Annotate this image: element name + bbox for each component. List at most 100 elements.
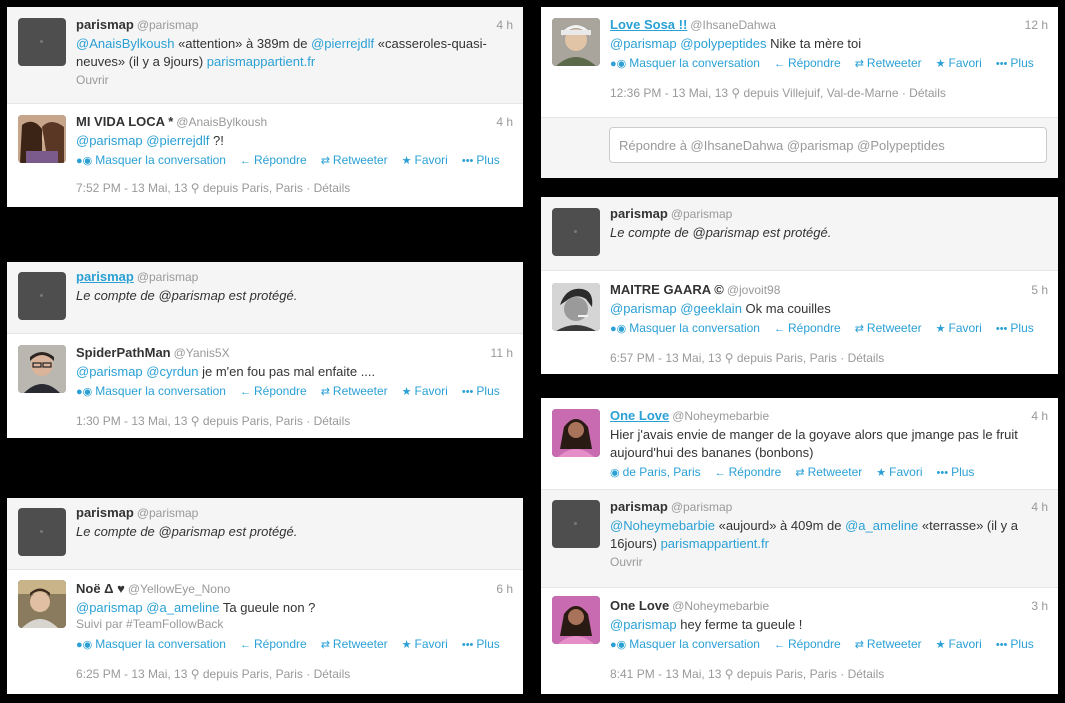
avatar[interactable]	[552, 208, 600, 256]
tweet-timestamp[interactable]: 12 h	[1025, 17, 1048, 33]
tweet-author-name[interactable]: One Love	[610, 598, 669, 613]
tweet-author-handle[interactable]: @IhsaneDahwa	[690, 18, 776, 32]
avatar[interactable]	[552, 283, 600, 331]
tweet[interactable]: parismap @parismap Le compte de @parismap…	[7, 262, 523, 334]
reply-button[interactable]: ← Répondre	[774, 321, 841, 335]
tweet-author-name[interactable]: One Love	[610, 408, 669, 423]
tweet[interactable]: parismap @parismap 4 h @Noheymebarbie «au…	[541, 490, 1058, 588]
more-button[interactable]: ••• Plus	[937, 465, 975, 479]
avatar[interactable]	[18, 508, 66, 556]
tweet-author-handle[interactable]: @Yanis5X	[174, 346, 230, 360]
tweet-author-handle[interactable]: @parismap	[137, 270, 199, 284]
tweet-timestamp[interactable]: 11 h	[491, 345, 513, 361]
tweet-location[interactable]: depuis Paris, Paris · Détails	[737, 667, 884, 681]
tweet-author-handle[interactable]: @parismap	[137, 506, 199, 520]
mention-link[interactable]: @parismap	[76, 364, 143, 379]
tweet[interactable]: MAITRE GAARA © @jovoit98 5 h @parismap @g…	[541, 271, 1058, 374]
hide-conversation-button[interactable]: ●◉ Masquer la conversation	[76, 637, 226, 651]
mention-link[interactable]: @parismap	[76, 600, 143, 615]
retweet-button[interactable]: ⇄ Retweeter	[855, 321, 922, 335]
mention-link[interactable]: @pierrejdlf	[146, 133, 209, 148]
reply-button[interactable]: ← Répondre	[240, 384, 307, 398]
reply-button[interactable]: ← Répondre	[240, 153, 307, 167]
location-button[interactable]: ◉ de Paris, Paris	[610, 465, 701, 479]
mention-link[interactable]: @Noheymebarbie	[610, 518, 715, 533]
retweet-button[interactable]: ⇄ Retweeter	[795, 465, 862, 479]
mention-link[interactable]: @a_ameline	[146, 600, 219, 615]
tweet[interactable]: One Love @Noheymebarbie 4 h Hier j'avais …	[541, 398, 1058, 490]
url-link[interactable]: parismappartient.fr	[207, 54, 315, 69]
favorite-button[interactable]: ★ Favori	[402, 637, 448, 651]
avatar[interactable]	[18, 580, 66, 628]
avatar[interactable]	[18, 345, 66, 393]
tweet[interactable]: Noë Δ ♥ @YellowEye_Nono 6 h @parismap @a_…	[7, 570, 523, 694]
tweet-author-handle[interactable]: @AnaisBylkoush	[176, 115, 267, 129]
tweet-date[interactable]: 6:25 PM - 13 Mai, 13	[76, 667, 187, 681]
tweet[interactable]: One Love @Noheymebarbie 3 h @parismap hey…	[541, 588, 1058, 694]
mention-link[interactable]: @polypeptides	[680, 36, 766, 51]
tweet-author-name[interactable]: MI VIDA LOCA *	[76, 114, 173, 129]
more-button[interactable]: ••• Plus	[996, 56, 1034, 70]
retweet-button[interactable]: ⇄ Retweeter	[855, 56, 922, 70]
tweet-author-name[interactable]: Love Sosa !!	[610, 17, 687, 32]
tweet-author-name[interactable]: parismap	[610, 206, 668, 221]
more-button[interactable]: ••• Plus	[462, 637, 500, 651]
favorite-button[interactable]: ★ Favori	[936, 321, 982, 335]
mention-link[interactable]: @parismap	[610, 301, 677, 316]
mention-link[interactable]: @parismap	[610, 36, 677, 51]
tweet[interactable]: SpiderPathMan @Yanis5X 11 h @parismap @cy…	[7, 334, 523, 438]
favorite-button[interactable]: ★ Favori	[936, 56, 982, 70]
tweet[interactable]: parismap @parismap Le compte de @parismap…	[7, 498, 523, 570]
followed-by-label[interactable]: Suivi par #TeamFollowBack	[76, 617, 513, 631]
tweet-author-handle[interactable]: @Noheymebarbie	[672, 409, 769, 423]
tweet-author-name[interactable]: SpiderPathMan	[76, 345, 171, 360]
tweet-timestamp[interactable]: 3 h	[1031, 598, 1048, 614]
mention-link[interactable]: @a_ameline	[845, 518, 918, 533]
tweet-author-handle[interactable]: @parismap	[671, 500, 733, 514]
tweet-author-name[interactable]: Noë Δ ♥	[76, 581, 125, 596]
tweet-date[interactable]: 7:52 PM - 13 Mai, 13	[76, 181, 187, 195]
tweet-timestamp[interactable]: 4 h	[1031, 499, 1048, 515]
more-button[interactable]: ••• Plus	[462, 153, 500, 167]
tweet-date[interactable]: 8:41 PM - 13 Mai, 13	[610, 667, 721, 681]
avatar[interactable]	[18, 115, 66, 163]
hide-conversation-button[interactable]: ●◉ Masquer la conversation	[610, 637, 760, 651]
mention-link[interactable]: @parismap	[76, 133, 143, 148]
tweet-date[interactable]: 1:30 PM - 13 Mai, 13	[76, 414, 187, 428]
more-button[interactable]: ••• Plus	[996, 637, 1034, 651]
reply-input[interactable]: Répondre à @IhsaneDahwa @parismap @Polyp…	[609, 127, 1047, 163]
mention-link[interactable]: @cyrdun	[146, 364, 198, 379]
tweet[interactable]: parismap @parismap Le compte de @parismap…	[541, 197, 1058, 271]
tweet-author-handle[interactable]: @parismap	[137, 18, 199, 32]
avatar[interactable]	[552, 596, 600, 644]
avatar[interactable]	[552, 500, 600, 548]
retweet-button[interactable]: ⇄ Retweeter	[321, 153, 388, 167]
more-button[interactable]: ••• Plus	[462, 384, 500, 398]
retweet-button[interactable]: ⇄ Retweeter	[855, 637, 922, 651]
tweet-author-name[interactable]: parismap	[76, 269, 134, 284]
tweet-timestamp[interactable]: 5 h	[1031, 282, 1048, 298]
favorite-button[interactable]: ★ Favori	[402, 153, 448, 167]
favorite-button[interactable]: ★ Favori	[936, 637, 982, 651]
avatar[interactable]	[552, 18, 600, 66]
mention-link[interactable]: @pierrejdlf	[311, 36, 374, 51]
tweet-timestamp[interactable]: 4 h	[496, 17, 513, 33]
retweet-button[interactable]: ⇄ Retweeter	[321, 384, 388, 398]
tweet-location[interactable]: depuis Paris, Paris · Détails	[203, 414, 350, 428]
tweet-location[interactable]: depuis Paris, Paris · Détails	[737, 351, 884, 365]
avatar[interactable]	[18, 272, 66, 320]
hide-conversation-button[interactable]: ●◉ Masquer la conversation	[76, 384, 226, 398]
reply-button[interactable]: ← Répondre	[240, 637, 307, 651]
tweet-location[interactable]: depuis Paris, Paris · Détails	[203, 181, 350, 195]
avatar[interactable]	[18, 18, 66, 66]
tweet-author-handle[interactable]: @jovoit98	[727, 283, 781, 297]
tweet[interactable]: Love Sosa !! @IhsaneDahwa 12 h @parismap …	[541, 7, 1058, 117]
reply-button[interactable]: ← Répondre	[715, 465, 782, 479]
url-link[interactable]: parismappartient.fr	[661, 536, 769, 551]
hide-conversation-button[interactable]: ●◉ Masquer la conversation	[76, 153, 226, 167]
hide-conversation-button[interactable]: ●◉ Masquer la conversation	[610, 321, 760, 335]
tweet-date[interactable]: 6:57 PM - 13 Mai, 13	[610, 351, 721, 365]
tweet-author-name[interactable]: parismap	[76, 505, 134, 520]
tweet-timestamp[interactable]: 6 h	[496, 581, 513, 597]
favorite-button[interactable]: ★ Favori	[402, 384, 448, 398]
